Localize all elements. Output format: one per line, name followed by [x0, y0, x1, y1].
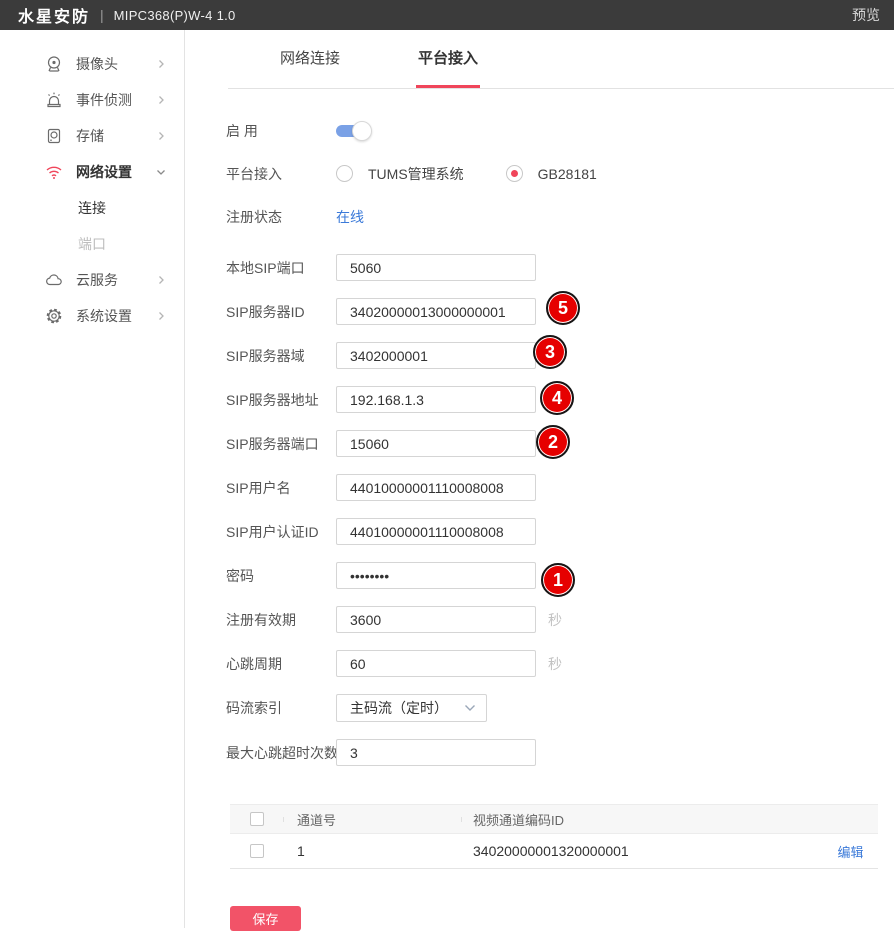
sidebar-item-label: 存储: [76, 126, 156, 146]
sip-server-port-input[interactable]: [336, 430, 536, 457]
sidebar-item-event-detection[interactable]: 事件侦测: [0, 82, 184, 118]
radio-tums[interactable]: TUMS管理系统: [336, 164, 464, 184]
sip-server-domain-input[interactable]: [336, 342, 536, 369]
field-max-heartbeat-timeouts: 最大心跳超时次数: [226, 739, 894, 766]
chevron-right-icon: [156, 131, 166, 141]
field-sip-server-address: SIP服务器地址 4: [226, 386, 894, 413]
unit-seconds: 秒: [548, 654, 562, 674]
toggle-knob: [352, 121, 372, 141]
cloud-icon: [45, 271, 63, 289]
annotation-badge-4: 4: [540, 381, 574, 415]
sip-auth-id-input[interactable]: [336, 518, 536, 545]
preview-link[interactable]: 预览: [852, 5, 880, 25]
status-value: 在线: [336, 207, 364, 227]
tab-platform-access[interactable]: 平台接入: [418, 47, 478, 88]
unit-seconds: 秒: [548, 610, 562, 630]
field-sip-server-domain: SIP服务器域 3: [226, 342, 894, 369]
field-sip-server-id: SIP服务器ID 5: [226, 298, 894, 325]
sip-server-id-input[interactable]: [336, 298, 536, 325]
annotation-badge-1: 1: [541, 563, 575, 597]
sip-server-address-input[interactable]: [336, 386, 536, 413]
local-sip-port-input[interactable]: [336, 254, 536, 281]
enable-toggle[interactable]: [336, 121, 372, 141]
logo-divider: |: [100, 7, 104, 23]
radio-circle: [336, 165, 353, 182]
status-row: 注册状态 在线: [226, 195, 894, 238]
field-registration-validity: 注册有效期 秒: [226, 606, 894, 633]
header-channel: 通道号: [283, 810, 461, 829]
gear-icon: [45, 307, 63, 325]
channel-table: 通道号 视频通道编码ID 1 34020000001320000001 编辑: [230, 804, 878, 869]
chevron-down-icon: [464, 704, 476, 712]
sidebar-item-system-settings[interactable]: 系统设置: [0, 298, 184, 334]
field-heartbeat-period: 心跳周期 秒: [226, 650, 894, 677]
chevron-right-icon: [156, 275, 166, 285]
storage-icon: [45, 127, 63, 145]
platform-label: 平台接入: [226, 164, 336, 184]
tab-bar: 网络连接 平台接入: [228, 30, 894, 89]
heartbeat-period-input[interactable]: [336, 650, 536, 677]
annotation-badge-2: 2: [536, 425, 570, 459]
platform-radio-group: TUMS管理系统 GB28181: [336, 164, 639, 184]
sidebar-item-label: 网络设置: [76, 162, 156, 182]
table-header-row: 通道号 视频通道编码ID: [230, 805, 878, 834]
radio-circle: [506, 165, 523, 182]
main-content: 网络连接 平台接入 启 用 平台接入 TUMS管理系统: [185, 30, 894, 928]
enable-row: 启 用: [226, 109, 894, 152]
field-password: 密码 1: [226, 562, 894, 589]
platform-access-form: 启 用 平台接入 TUMS管理系统 GB28181: [185, 89, 894, 766]
row-checkbox[interactable]: [250, 844, 264, 858]
device-model: MIPC368(P)W-4 1.0: [114, 8, 236, 23]
sidebar-item-network-settings[interactable]: 网络设置: [0, 154, 184, 190]
brand-logo: 水星安防: [18, 3, 90, 27]
sidebar-item-camera[interactable]: 摄像头: [0, 46, 184, 82]
sip-username-input[interactable]: [336, 474, 536, 501]
sidebar: 摄像头 事件侦测 存储: [0, 30, 185, 928]
field-sip-auth-id: SIP用户认证ID: [226, 518, 894, 545]
annotation-badge-3: 3: [533, 335, 567, 369]
sidebar-item-label: 系统设置: [76, 306, 156, 326]
camera-icon: [45, 55, 63, 73]
header-encoding-id: 视频通道编码ID: [461, 810, 823, 829]
table-row: 1 34020000001320000001 编辑: [230, 834, 878, 868]
field-local-sip-port: 本地SIP端口: [226, 254, 894, 281]
chevron-down-icon: [156, 167, 166, 177]
sidebar-item-label: 云服务: [76, 270, 156, 290]
field-sip-username: SIP用户名: [226, 474, 894, 501]
tab-network-connection[interactable]: 网络连接: [280, 47, 340, 88]
top-bar: 水星安防 | MIPC368(P)W-4 1.0 预览: [0, 0, 894, 30]
cell-channel: 1: [283, 843, 461, 859]
cell-encoding-id: 34020000001320000001: [461, 843, 823, 859]
password-input[interactable]: [336, 562, 536, 589]
sidebar-item-storage[interactable]: 存储: [0, 118, 184, 154]
registration-validity-input[interactable]: [336, 606, 536, 633]
max-heartbeat-timeouts-input[interactable]: [336, 739, 536, 766]
enable-label: 启 用: [226, 121, 336, 141]
chevron-right-icon: [156, 311, 166, 321]
sidebar-item-label: 摄像头: [76, 54, 156, 74]
annotation-badge-5: 5: [546, 291, 580, 325]
wifi-icon: [45, 163, 63, 181]
sidebar-item-cloud-service[interactable]: 云服务: [0, 262, 184, 298]
edit-link[interactable]: 编辑: [837, 845, 863, 860]
platform-row: 平台接入 TUMS管理系统 GB28181: [226, 152, 894, 195]
field-sip-server-port: SIP服务器端口 2: [226, 430, 894, 457]
alarm-icon: [45, 91, 63, 109]
sidebar-subitem-port[interactable]: 端口: [0, 226, 184, 262]
chevron-right-icon: [156, 95, 166, 105]
stream-index-select[interactable]: 主码流（定时）: [336, 694, 487, 722]
save-button[interactable]: 保存: [230, 906, 301, 931]
sidebar-subitem-connection[interactable]: 连接: [0, 190, 184, 226]
chevron-right-icon: [156, 59, 166, 69]
select-all-checkbox[interactable]: [250, 812, 264, 826]
radio-gb28181[interactable]: GB28181: [506, 165, 597, 182]
status-label: 注册状态: [226, 207, 336, 227]
sidebar-item-label: 事件侦测: [76, 90, 156, 110]
field-stream-index: 码流索引 主码流（定时）: [226, 694, 894, 722]
